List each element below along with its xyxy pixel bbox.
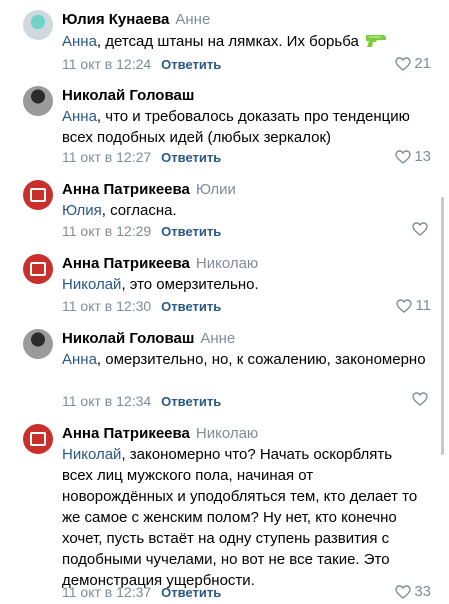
heart-icon [412, 392, 428, 406]
like-count: 21 [414, 55, 431, 72]
avatar[interactable] [23, 254, 53, 284]
mention-link[interactable]: Николай [62, 276, 121, 293]
comment-header: Анна Патрикеева Юлии [62, 181, 236, 199]
scrollbar[interactable] [441, 197, 444, 455]
comment-meta: 11 окт в 12:37 Ответить [62, 583, 221, 602]
avatar[interactable] [23, 10, 53, 40]
comment-text-body: , согласна. [101, 202, 177, 219]
like-button[interactable]: 13 [395, 148, 431, 166]
like-button[interactable]: 11 [396, 297, 431, 315]
reply-button[interactable]: Ответить [161, 299, 221, 314]
avatar[interactable] [23, 329, 53, 359]
author-name[interactable]: Николай Головаш [62, 330, 194, 347]
comment-header: Юлия Кунаева Анне [62, 11, 210, 29]
author-name[interactable]: Анна Патрикеева [62, 425, 190, 442]
mention-link[interactable]: Анна [62, 108, 97, 125]
comment-text: Николай, это омерзительно. [62, 274, 427, 295]
like-count: 33 [414, 583, 431, 600]
reply-to-name[interactable]: Николаю [196, 255, 258, 272]
reply-to-name[interactable]: Николаю [196, 425, 258, 442]
avatar[interactable] [23, 180, 53, 210]
comment-text-body: , детсад штаны на лямках. Их борьба [96, 33, 359, 50]
comment-date[interactable]: 11 окт в 12:27 [62, 149, 151, 165]
comment-text-body: , омерзительно, но, к сожалению, законом… [96, 351, 426, 368]
like-button[interactable]: 33 [395, 583, 431, 601]
comment-date[interactable]: 11 окт в 12:30 [62, 298, 151, 314]
heart-icon [395, 57, 412, 71]
mention-link[interactable]: Юлия [62, 202, 102, 219]
comment-text: Анна, омерзительно, но, к сожалению, зак… [62, 349, 427, 370]
comment-date[interactable]: 11 окт в 12:37 [62, 584, 151, 600]
reply-to-name[interactable]: Юлии [196, 181, 236, 198]
comment-header: Николай Головаш [62, 87, 194, 105]
heart-icon [395, 585, 412, 599]
comment-header: Анна Патрикеева Николаю [62, 255, 258, 273]
comment-date[interactable]: 11 окт в 12:24 [62, 56, 151, 72]
author-name[interactable]: Николай Головаш [62, 87, 194, 104]
heart-icon [412, 222, 428, 236]
reply-button[interactable]: Ответить [161, 585, 221, 600]
comment-meta: 11 окт в 12:29 Ответить [62, 222, 221, 241]
comment-text-body: , это омерзительно. [121, 276, 259, 293]
comment-meta: 11 окт в 12:34 Ответить [62, 392, 221, 411]
avatar[interactable] [23, 424, 53, 454]
author-name[interactable]: Анна Патрикеева [62, 255, 190, 272]
author-name[interactable]: Юлия Кунаева [62, 11, 169, 28]
reply-button[interactable]: Ответить [161, 224, 221, 239]
reply-button[interactable]: Ответить [161, 394, 221, 409]
reply-to-name[interactable]: Анне [175, 11, 210, 28]
comment-text: Анна, что и требовалось доказать про тен… [62, 106, 427, 148]
avatar[interactable] [23, 86, 53, 116]
comment-meta: 11 окт в 12:30 Ответить [62, 297, 221, 316]
reply-to-name[interactable]: Анне [200, 330, 235, 347]
mention-link[interactable]: Анна [62, 351, 97, 368]
comment-text-body: , что и требовалось доказать про тенденц… [62, 108, 410, 146]
like-count: 11 [415, 297, 431, 314]
author-name[interactable]: Анна Патрикеева [62, 181, 190, 198]
heart-icon [395, 150, 412, 164]
like-button[interactable] [412, 222, 431, 236]
comment-meta: 11 окт в 12:24 Ответить [62, 55, 221, 74]
comment-text: Николай, закономерно что? Начать оскорбл… [62, 444, 427, 591]
like-button[interactable] [412, 392, 431, 406]
comment-header: Анна Патрикеева Николаю [62, 425, 258, 443]
reply-button[interactable]: Ответить [161, 150, 221, 165]
comment-header: Николай Головаш Анне [62, 330, 235, 348]
mention-link[interactable]: Николай [62, 446, 121, 463]
like-count: 13 [414, 148, 431, 165]
comment-text: Анна, детсад штаны на лямках. Их борьба [62, 31, 427, 52]
reply-button[interactable]: Ответить [161, 57, 221, 72]
comment-date[interactable]: 11 окт в 12:29 [62, 223, 151, 239]
heart-icon [396, 299, 413, 313]
like-button[interactable]: 21 [395, 55, 431, 73]
comment-text: Юлия, согласна. [62, 200, 427, 221]
water-pistol-icon [365, 35, 386, 47]
comment-text-body: , закономерно что? Начать оскорблять все… [62, 446, 418, 589]
mention-link[interactable]: Анна [62, 33, 97, 50]
comment-meta: 11 окт в 12:27 Ответить [62, 148, 221, 167]
comment-date[interactable]: 11 окт в 12:34 [62, 393, 151, 409]
